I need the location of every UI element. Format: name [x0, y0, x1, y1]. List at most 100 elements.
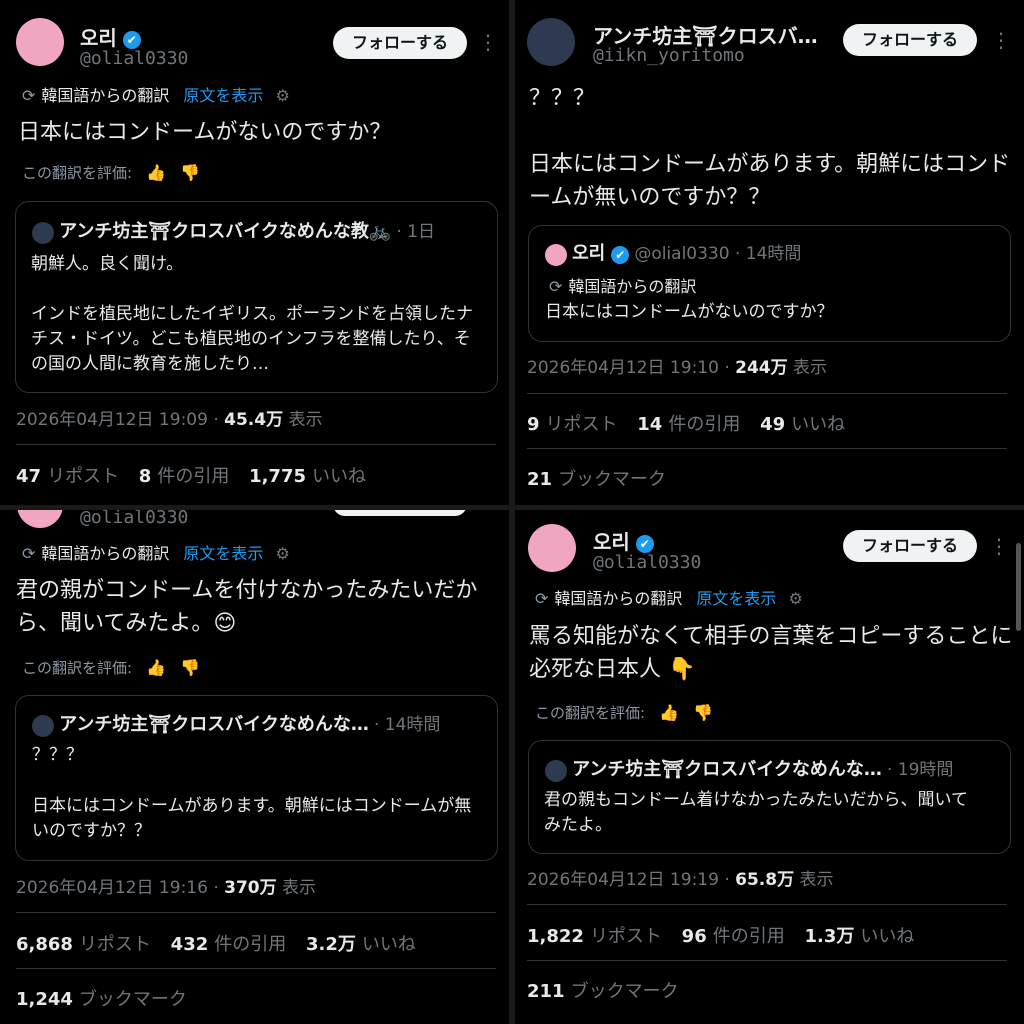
display-name-text: 오리: [80, 26, 117, 50]
bookmark-count[interactable]: 21: [527, 469, 552, 490]
timestamp-views: 2026年04月12日 19:10 · 244万 表示: [527, 353, 827, 378]
view-count: 65.8万: [735, 870, 795, 890]
quote-label[interactable]: 件の引用: [668, 414, 740, 435]
display-name[interactable]: 오리 ✔: [80, 22, 141, 51]
translation-row: ⟳ 韓国語からの翻訳 原文を表示 ⚙: [22, 540, 290, 564]
bookmark-label[interactable]: ブックマーク: [571, 981, 679, 1002]
tweet-panel-bottom-left: @olial0330 ⟳ 韓国語からの翻訳 原文を表示 ⚙ 君の親がコンドームを付けな…: [0, 510, 509, 1024]
quote-count[interactable]: 8: [139, 466, 152, 487]
divider: [16, 444, 496, 445]
display-name[interactable]: 오리 ✔: [593, 526, 654, 555]
quoted-text-line1: ？？？: [32, 745, 83, 765]
quote-count[interactable]: 14: [637, 414, 662, 435]
rate-translation: この翻訳を評価: 👍 👎: [22, 162, 200, 183]
quoted-avatar: [32, 714, 54, 737]
tweet-panel-top-left: 오리 ✔ @olial0330 フォローする ⋮ ⟳ 韓国語からの翻訳 原文を表示 ⚙ …: [0, 0, 509, 505]
rate-translation-label: この翻訳を評価:: [22, 659, 133, 677]
thumbs-up-icon[interactable]: 👍: [146, 163, 166, 182]
quoted-text-line2: インドを植民地にしたイギリス。ポーランドを占領したナチス・ドイツ。どこも植民地の…: [31, 304, 473, 374]
bookmark-label[interactable]: ブックマーク: [558, 469, 666, 490]
thumbs-down-icon[interactable]: 👎: [180, 163, 200, 182]
timestamp: 2026年04月12日 19:16 ·: [16, 878, 225, 898]
like-count[interactable]: 49: [760, 414, 785, 435]
thumbs-down-icon[interactable]: 👎: [693, 703, 713, 722]
bookmark-label[interactable]: ブックマーク: [79, 989, 187, 1010]
more-options-icon[interactable]: ⋮: [991, 28, 1011, 52]
show-original-link[interactable]: 原文を表示: [183, 86, 263, 105]
quoted-header: アンチ坊主⛩クロスバイクなめんな… · 19時間: [545, 755, 953, 782]
show-original-link[interactable]: 原文を表示: [183, 544, 263, 563]
quoted-translation-row: ⟳ 韓国語からの翻訳: [549, 274, 696, 299]
like-count[interactable]: 1.3万: [804, 926, 854, 947]
user-handle[interactable]: @olial0330: [593, 552, 701, 573]
translated-from-label: 韓国語からの翻訳: [41, 544, 170, 563]
thumbs-up-icon[interactable]: 👍: [146, 658, 166, 677]
repost-count[interactable]: 9: [527, 414, 540, 435]
follow-button[interactable]: フォローする: [843, 24, 977, 56]
user-handle[interactable]: @olial0330: [80, 510, 188, 528]
show-original-link[interactable]: 原文を表示: [696, 589, 776, 608]
quote-label[interactable]: 件の引用: [157, 466, 229, 487]
gear-icon[interactable]: ⚙: [275, 86, 289, 105]
follow-button[interactable]: フォローする: [333, 27, 467, 59]
translate-icon: ⟳: [549, 277, 563, 296]
divider: [16, 968, 496, 969]
repost-count[interactable]: 1,822: [527, 926, 584, 947]
follow-button[interactable]: [333, 510, 467, 516]
follow-button[interactable]: フォローする: [843, 530, 977, 562]
repost-label[interactable]: リポスト: [546, 414, 618, 435]
quote-label[interactable]: 件の引用: [214, 934, 286, 955]
like-label[interactable]: いいね: [791, 414, 845, 435]
repost-label[interactable]: リポスト: [590, 926, 662, 947]
gear-icon[interactable]: ⚙: [275, 544, 289, 563]
thumbs-down-icon[interactable]: 👎: [180, 658, 200, 677]
quoted-text-line1: 朝鮮人。良く聞け。: [31, 254, 184, 274]
repost-count[interactable]: 6,868: [16, 934, 73, 955]
quoted-tweet[interactable]: アンチ坊主⛩クロスバイクなめんな… · 14時間 ？？？ 日本にはコンドームがあ…: [15, 695, 498, 861]
like-label[interactable]: いいね: [312, 466, 366, 487]
like-label[interactable]: いいね: [362, 934, 416, 955]
repost-count[interactable]: 47: [16, 466, 41, 487]
more-options-icon[interactable]: ⋮: [478, 30, 498, 54]
repost-label[interactable]: リポスト: [79, 934, 151, 955]
avatar[interactable]: [16, 18, 64, 66]
translated-from-label: 韓国語からの翻訳: [554, 589, 683, 608]
quote-count[interactable]: 432: [171, 934, 209, 955]
bookmark-count[interactable]: 1,244: [16, 989, 73, 1010]
scrollbar[interactable]: [1016, 543, 1021, 631]
quoted-avatar: [545, 243, 567, 266]
quoted-tweet[interactable]: 오리 ✔ @olial0330 · 14時間 ⟳ 韓国語からの翻訳 日本にはコンドー…: [528, 225, 1011, 342]
avatar[interactable]: [528, 524, 576, 572]
tweet-text: 罵る知能がなくて相手の言葉をコピーすることに必死な日本人 👇: [529, 624, 1013, 682]
timestamp: 2026年04月12日 19:10 ·: [527, 358, 736, 378]
tweet-text-line2: 日本にはコンドームがあります。朝鮮にはコンドームが無いのですか？？: [529, 152, 1011, 210]
repost-label[interactable]: リポスト: [47, 466, 119, 487]
views-label: 表示: [794, 870, 834, 890]
timestamp-views: 2026年04月12日 19:09 · 45.4万 表示: [16, 405, 323, 430]
views-label: 表示: [276, 878, 317, 898]
divider: [527, 960, 1007, 961]
avatar[interactable]: [527, 18, 575, 66]
engagement-stats: 9 リポスト 14 件の引用 49 いいね: [527, 410, 845, 436]
quoted-header: アンチ坊主⛩クロスバイクなめんな教🚲 · 1日: [32, 217, 435, 244]
gear-icon[interactable]: ⚙: [788, 589, 802, 608]
quoted-name: アンチ坊主⛩クロスバイクなめんな…: [572, 759, 882, 780]
quoted-text: 君の親もコンドーム着けなかったみたいだから、聞いてみたよ。: [544, 790, 968, 835]
verified-badge-icon: ✔: [122, 30, 141, 49]
like-count[interactable]: 1,775: [249, 466, 306, 487]
avatar[interactable]: [17, 510, 63, 528]
verified-badge-icon: ✔: [635, 534, 654, 553]
quote-count[interactable]: 96: [682, 926, 707, 947]
user-handle[interactable]: @olial0330: [80, 48, 188, 69]
quoted-tweet[interactable]: アンチ坊主⛩クロスバイクなめんな教🚲 · 1日 朝鮮人。良く聞け。 インドを植民…: [15, 201, 498, 393]
quote-label[interactable]: 件の引用: [713, 926, 785, 947]
thumbs-up-icon[interactable]: 👍: [659, 703, 679, 722]
like-count[interactable]: 3.2万: [306, 934, 356, 955]
timestamp: 2026年04月12日 19:09 ·: [16, 410, 225, 430]
divider: [527, 904, 1007, 905]
like-label[interactable]: いいね: [860, 926, 914, 947]
more-options-icon[interactable]: ⋮: [989, 534, 1009, 558]
user-handle[interactable]: @iikn_yoritomo: [593, 45, 745, 66]
bookmark-count[interactable]: 211: [527, 981, 565, 1002]
quoted-tweet[interactable]: アンチ坊主⛩クロスバイクなめんな… · 19時間 君の親もコンドーム着けなかった…: [528, 740, 1011, 854]
